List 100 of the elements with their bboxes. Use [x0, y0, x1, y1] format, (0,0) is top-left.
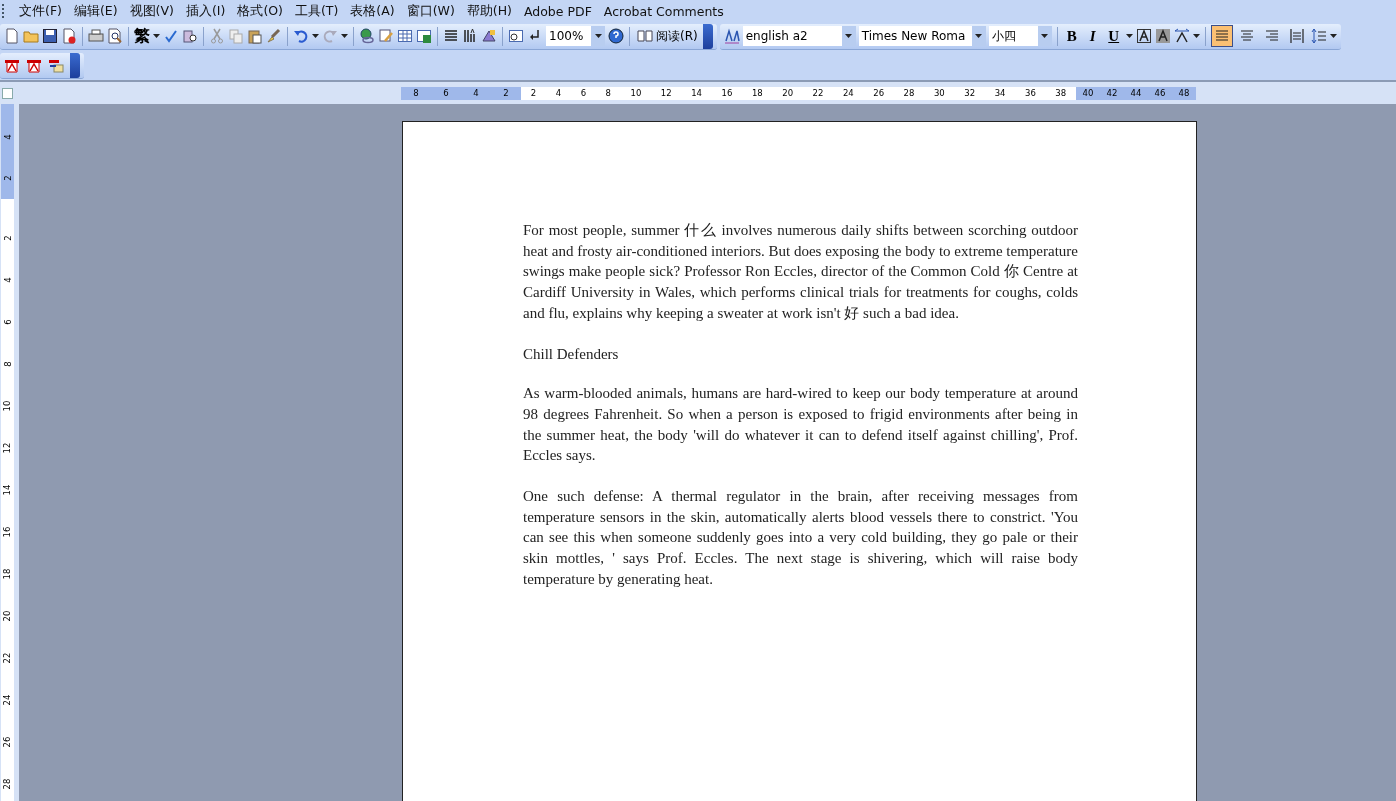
- ruler-number: 2: [530, 88, 537, 98]
- ruler-number: 14: [1, 484, 14, 496]
- ruler-number: 8: [605, 88, 611, 98]
- menu-item[interactable]: 窗口(W): [400, 2, 461, 20]
- menu-item[interactable]: 视图(V): [123, 2, 180, 20]
- dropdown-caret-icon[interactable]: [975, 34, 983, 38]
- menu-item[interactable]: Acrobat Comments: [597, 3, 730, 19]
- save-icon[interactable]: [42, 28, 58, 44]
- font-dropdown[interactable]: Times New Roma: [858, 26, 986, 46]
- zoom-dropdown[interactable]: 100%: [546, 26, 605, 46]
- help-icon[interactable]: [608, 28, 624, 44]
- ruler-number: 4: [1, 277, 14, 283]
- ruler-number: 18: [1, 568, 14, 580]
- new-document-icon[interactable]: [4, 28, 20, 44]
- dropdown-caret-icon[interactable]: [1192, 34, 1200, 38]
- dropdown-caret-icon[interactable]: [312, 34, 319, 38]
- format-button[interactable]: B: [1062, 27, 1081, 45]
- spreadsheet-icon[interactable]: [416, 28, 432, 44]
- ruler-number: 44: [1130, 88, 1142, 98]
- ruler-number: 38: [1055, 88, 1067, 98]
- toolbar-grip[interactable]: [2, 4, 7, 18]
- ruler-number: 22: [1, 652, 14, 664]
- style-dropdown[interactable]: english a2: [742, 26, 856, 46]
- ruler-number: 24: [842, 88, 854, 98]
- font-size-dropdown[interactable]: 小四: [988, 26, 1052, 46]
- ruler-number: 22: [812, 88, 824, 98]
- ruler-number: 8: [413, 88, 419, 98]
- hyperlink-icon[interactable]: [359, 28, 375, 44]
- insert-table-icon[interactable]: [397, 28, 413, 44]
- format-painter-icon[interactable]: [266, 28, 282, 44]
- dropdown-caret-icon[interactable]: [845, 34, 853, 38]
- ruler-number: 26: [873, 88, 885, 98]
- dropdown-caret-icon[interactable]: [594, 34, 602, 38]
- document-map-icon[interactable]: [508, 28, 524, 44]
- ruler-number: 12: [1, 442, 14, 454]
- ruler-number: 10: [1, 400, 14, 412]
- ruler-number: 16: [721, 88, 733, 98]
- ruler-number: 28: [1, 778, 14, 790]
- ruler-number: 40: [1082, 88, 1094, 98]
- pdf-icon[interactable]: [4, 57, 20, 73]
- ruler-number: 46: [1154, 88, 1166, 98]
- character-shading-icon[interactable]: [1154, 28, 1171, 44]
- toolbar-options-icon[interactable]: [70, 52, 80, 78]
- ruler-number: 2: [503, 88, 509, 98]
- ruler-number: 4: [473, 88, 479, 98]
- format-button[interactable]: I: [1083, 27, 1102, 45]
- ruler-number: 20: [1, 610, 14, 622]
- ruler-number: 16: [1, 526, 14, 538]
- menu-item[interactable]: 插入(I): [179, 2, 232, 20]
- ruler-number: 42: [1106, 88, 1118, 98]
- line-spacing-icon[interactable]: [1310, 28, 1327, 44]
- tables-borders-icon[interactable]: [378, 28, 394, 44]
- ruler-number: 8: [1, 361, 14, 367]
- spelling-check-icon[interactable]: [163, 28, 179, 44]
- ruler-number: 6: [443, 88, 449, 98]
- book-icon[interactable]: [637, 28, 653, 44]
- pdf-icon[interactable]: [26, 57, 42, 73]
- body-paragraph: One such defense: A thermal regulator in the brain, after receiving messages from temperature sensors in the skin, automatically alerts blood vessels there to constrict. 'You can see this when someone suddenly goes into a very cold building, they go pale or their skin mottles, ' says Prof. Eccles. The next stage is shivering, which will raise body temperature by generating heat.: [523, 487, 1078, 589]
- menu-item[interactable]: Adobe PDF: [517, 3, 598, 19]
- ruler-number: 10: [630, 88, 642, 98]
- toolbar-options-icon[interactable]: [702, 23, 713, 49]
- ruler-number: 6: [580, 88, 587, 98]
- ruler-number: 48: [1178, 88, 1190, 98]
- ruler-number: 18: [751, 88, 763, 98]
- traditional-chinese-button[interactable]: 繁: [134, 25, 150, 47]
- shapes-icon[interactable]: [481, 28, 497, 44]
- ruler-number: 4: [555, 88, 562, 98]
- dropdown-caret-icon[interactable]: [341, 34, 348, 38]
- menu-item[interactable]: 格式(O): [231, 2, 289, 20]
- reading-mode-button[interactable]: 阅读(R): [635, 27, 700, 45]
- body-paragraph: For most people, summer 什么 involves numerous daily shifts between scorching outdoor heat and frosty air-conditioned interiors. But does exposing the body to extreme temperature swings make people sick? Professor Ron Eccles, director of the Common Cold 你 Centre at Cardiff University in Wales, which performs clinical trials for treatments for coughs, colds and flu, explains why keeping a sweater at work isn't 好 such a bad idea.: [523, 221, 1078, 323]
- print-preview-icon[interactable]: [107, 28, 123, 44]
- ruler-number: 4: [1, 134, 14, 140]
- styles-icon[interactable]: [723, 28, 740, 44]
- dropdown-caret-icon[interactable]: [153, 34, 160, 38]
- menu-item[interactable]: 表格(A): [344, 2, 401, 20]
- pdf-email-icon[interactable]: [48, 57, 64, 73]
- dropdown-caret-icon[interactable]: [1329, 34, 1337, 38]
- print-icon[interactable]: [88, 28, 104, 44]
- character-border-icon[interactable]: [1135, 28, 1152, 44]
- menu-item[interactable]: 文件(F): [13, 2, 68, 20]
- section-heading: Chill Defenders: [523, 344, 620, 364]
- menu-item[interactable]: 工具(T): [288, 2, 345, 20]
- ruler-number: 12: [660, 88, 672, 98]
- ruler-number: 26: [1, 736, 14, 748]
- menu-item[interactable]: 帮助(H): [460, 2, 518, 20]
- format-button[interactable]: U: [1104, 27, 1123, 45]
- menu-item[interactable]: 编辑(E): [67, 2, 124, 20]
- dropdown-caret-icon[interactable]: [1125, 34, 1133, 38]
- paste-icon[interactable]: [247, 28, 263, 44]
- research-icon[interactable]: [182, 28, 198, 44]
- ruler-number: 24: [1, 694, 14, 706]
- undo-icon[interactable]: [293, 28, 309, 44]
- body-paragraph: As warm-blooded animals, humans are hard-wired to keep our body temperature at around 98 degrees Fahrenheit. So when a person is exposed to frigid environments after being in the summer heat, the body 'will do whatever it can to defend itself against chilling', Prof. Eccles says.: [523, 384, 1078, 466]
- dropdown-caret-icon[interactable]: [1041, 34, 1049, 38]
- character-scaling-icon[interactable]: [1173, 28, 1190, 44]
- permission-icon[interactable]: [61, 28, 77, 44]
- ruler-number: 34: [994, 88, 1006, 98]
- ruler-number: 2: [1, 175, 14, 181]
- ruler-number: 28: [903, 88, 915, 98]
